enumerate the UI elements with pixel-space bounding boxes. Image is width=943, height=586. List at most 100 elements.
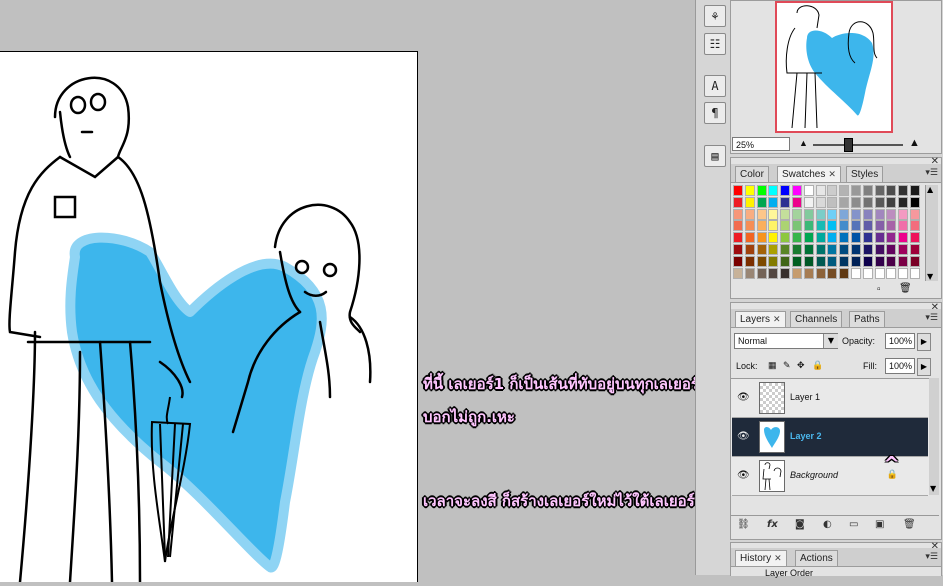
swatch[interactable] [733, 185, 743, 196]
swatch[interactable] [733, 255, 743, 267]
swatch[interactable] [744, 196, 755, 208]
swatch[interactable] [815, 255, 826, 267]
swatch[interactable] [815, 244, 826, 255]
swatch[interactable] [910, 255, 920, 267]
swatch[interactable] [862, 208, 873, 220]
tab-history[interactable]: History ✕ [735, 550, 787, 566]
swatch[interactable] [780, 232, 791, 244]
swatch[interactable] [756, 185, 767, 196]
swatch[interactable] [898, 244, 909, 255]
tab-actions[interactable]: Actions [795, 550, 838, 566]
swatch[interactable] [803, 244, 814, 255]
tab-styles[interactable]: Styles [846, 166, 884, 182]
lock-position-icon[interactable]: ✥ [797, 360, 805, 371]
swatch[interactable] [839, 255, 850, 267]
swatch[interactable] [910, 196, 920, 208]
swatch[interactable] [744, 244, 755, 255]
swatch[interactable] [851, 196, 861, 208]
layer-comps-icon[interactable]: ☷ [704, 33, 726, 55]
eye-icon[interactable]: 👁 [737, 431, 750, 442]
swatch[interactable] [733, 244, 743, 255]
eye-icon[interactable]: 👁 [737, 470, 750, 481]
panel-menu-icon[interactable]: ▾☰ [925, 552, 938, 562]
swatch[interactable] [898, 220, 909, 232]
swatch[interactable] [910, 220, 920, 232]
document-canvas[interactable] [0, 51, 418, 584]
character-icon[interactable]: A [704, 75, 726, 97]
swatch[interactable] [733, 196, 743, 208]
swatch[interactable] [815, 185, 826, 196]
swatch[interactable] [862, 185, 873, 196]
swatch[interactable] [815, 208, 826, 220]
zoom-field[interactable]: 25% [732, 137, 790, 151]
swatch[interactable] [815, 267, 826, 279]
swatch[interactable] [851, 220, 861, 232]
tab-layers[interactable]: Layers ✕ [735, 311, 786, 327]
swatch[interactable] [792, 244, 802, 255]
swatch[interactable] [792, 267, 802, 279]
trash-icon[interactable]: 🗑 [903, 519, 916, 530]
swatch[interactable] [768, 244, 779, 255]
swatch[interactable] [874, 255, 885, 267]
swatch[interactable] [886, 220, 897, 232]
swatch[interactable] [886, 196, 897, 208]
swatch[interactable] [898, 232, 909, 244]
zoom-out-icon[interactable]: ▲ [799, 138, 808, 148]
swatch[interactable] [733, 267, 743, 279]
swatch[interactable] [839, 185, 850, 196]
swatch[interactable] [874, 267, 885, 279]
navigator-preview[interactable] [775, 1, 893, 133]
swatch[interactable] [874, 220, 885, 232]
swatch[interactable] [862, 232, 873, 244]
paragraph-icon[interactable]: ¶ [704, 102, 726, 124]
swatch[interactable] [756, 255, 767, 267]
swatch[interactable] [862, 196, 873, 208]
swatch[interactable] [803, 267, 814, 279]
swatch[interactable] [803, 196, 814, 208]
swatch[interactable] [792, 196, 802, 208]
swatch[interactable] [780, 267, 791, 279]
swatch[interactable] [827, 185, 838, 196]
swatch[interactable] [733, 220, 743, 232]
swatch[interactable] [874, 232, 885, 244]
mask-icon[interactable]: ◙ [795, 519, 805, 530]
swatch[interactable] [803, 255, 814, 267]
swatch[interactable] [898, 267, 909, 279]
swatch[interactable] [768, 185, 779, 196]
swatch[interactable] [792, 220, 802, 232]
swatch[interactable] [780, 255, 791, 267]
swatch[interactable] [792, 255, 802, 267]
swatch[interactable] [744, 185, 755, 196]
scroll-up-icon[interactable]: ▲ [927, 185, 933, 194]
panel-menu-icon[interactable]: ▾☰ [925, 168, 938, 178]
swatch[interactable] [780, 220, 791, 232]
fx-icon[interactable]: fx [767, 519, 778, 530]
swatch[interactable] [756, 196, 767, 208]
swatch[interactable] [756, 244, 767, 255]
swatch[interactable] [803, 232, 814, 244]
swatch[interactable] [827, 220, 838, 232]
lock-image-icon[interactable]: ✎ [783, 360, 791, 371]
swatch-grid[interactable] [733, 185, 923, 281]
layer-row[interactable]: 👁 Layer 1 [732, 379, 928, 418]
swatch[interactable] [886, 244, 897, 255]
swatch[interactable] [862, 255, 873, 267]
lock-icon[interactable]: 🔒 [812, 360, 823, 371]
swatch[interactable] [733, 208, 743, 220]
swatch[interactable] [851, 208, 861, 220]
swatch[interactable] [910, 185, 920, 196]
opacity-arrow-icon[interactable]: ▶ [917, 333, 931, 351]
swatch[interactable] [756, 220, 767, 232]
swatch[interactable] [768, 267, 779, 279]
swatch[interactable] [851, 267, 861, 279]
swatch[interactable] [827, 232, 838, 244]
layer-row[interactable]: 👁 Background ^ 🔒 [732, 452, 928, 496]
swatch[interactable] [827, 196, 838, 208]
swatch[interactable] [768, 232, 779, 244]
swatch[interactable] [851, 244, 861, 255]
swatch[interactable] [768, 208, 779, 220]
swatch[interactable] [792, 208, 802, 220]
swatch[interactable] [839, 232, 850, 244]
swatch[interactable] [874, 244, 885, 255]
brush-icon[interactable]: ⚘ [704, 5, 726, 27]
